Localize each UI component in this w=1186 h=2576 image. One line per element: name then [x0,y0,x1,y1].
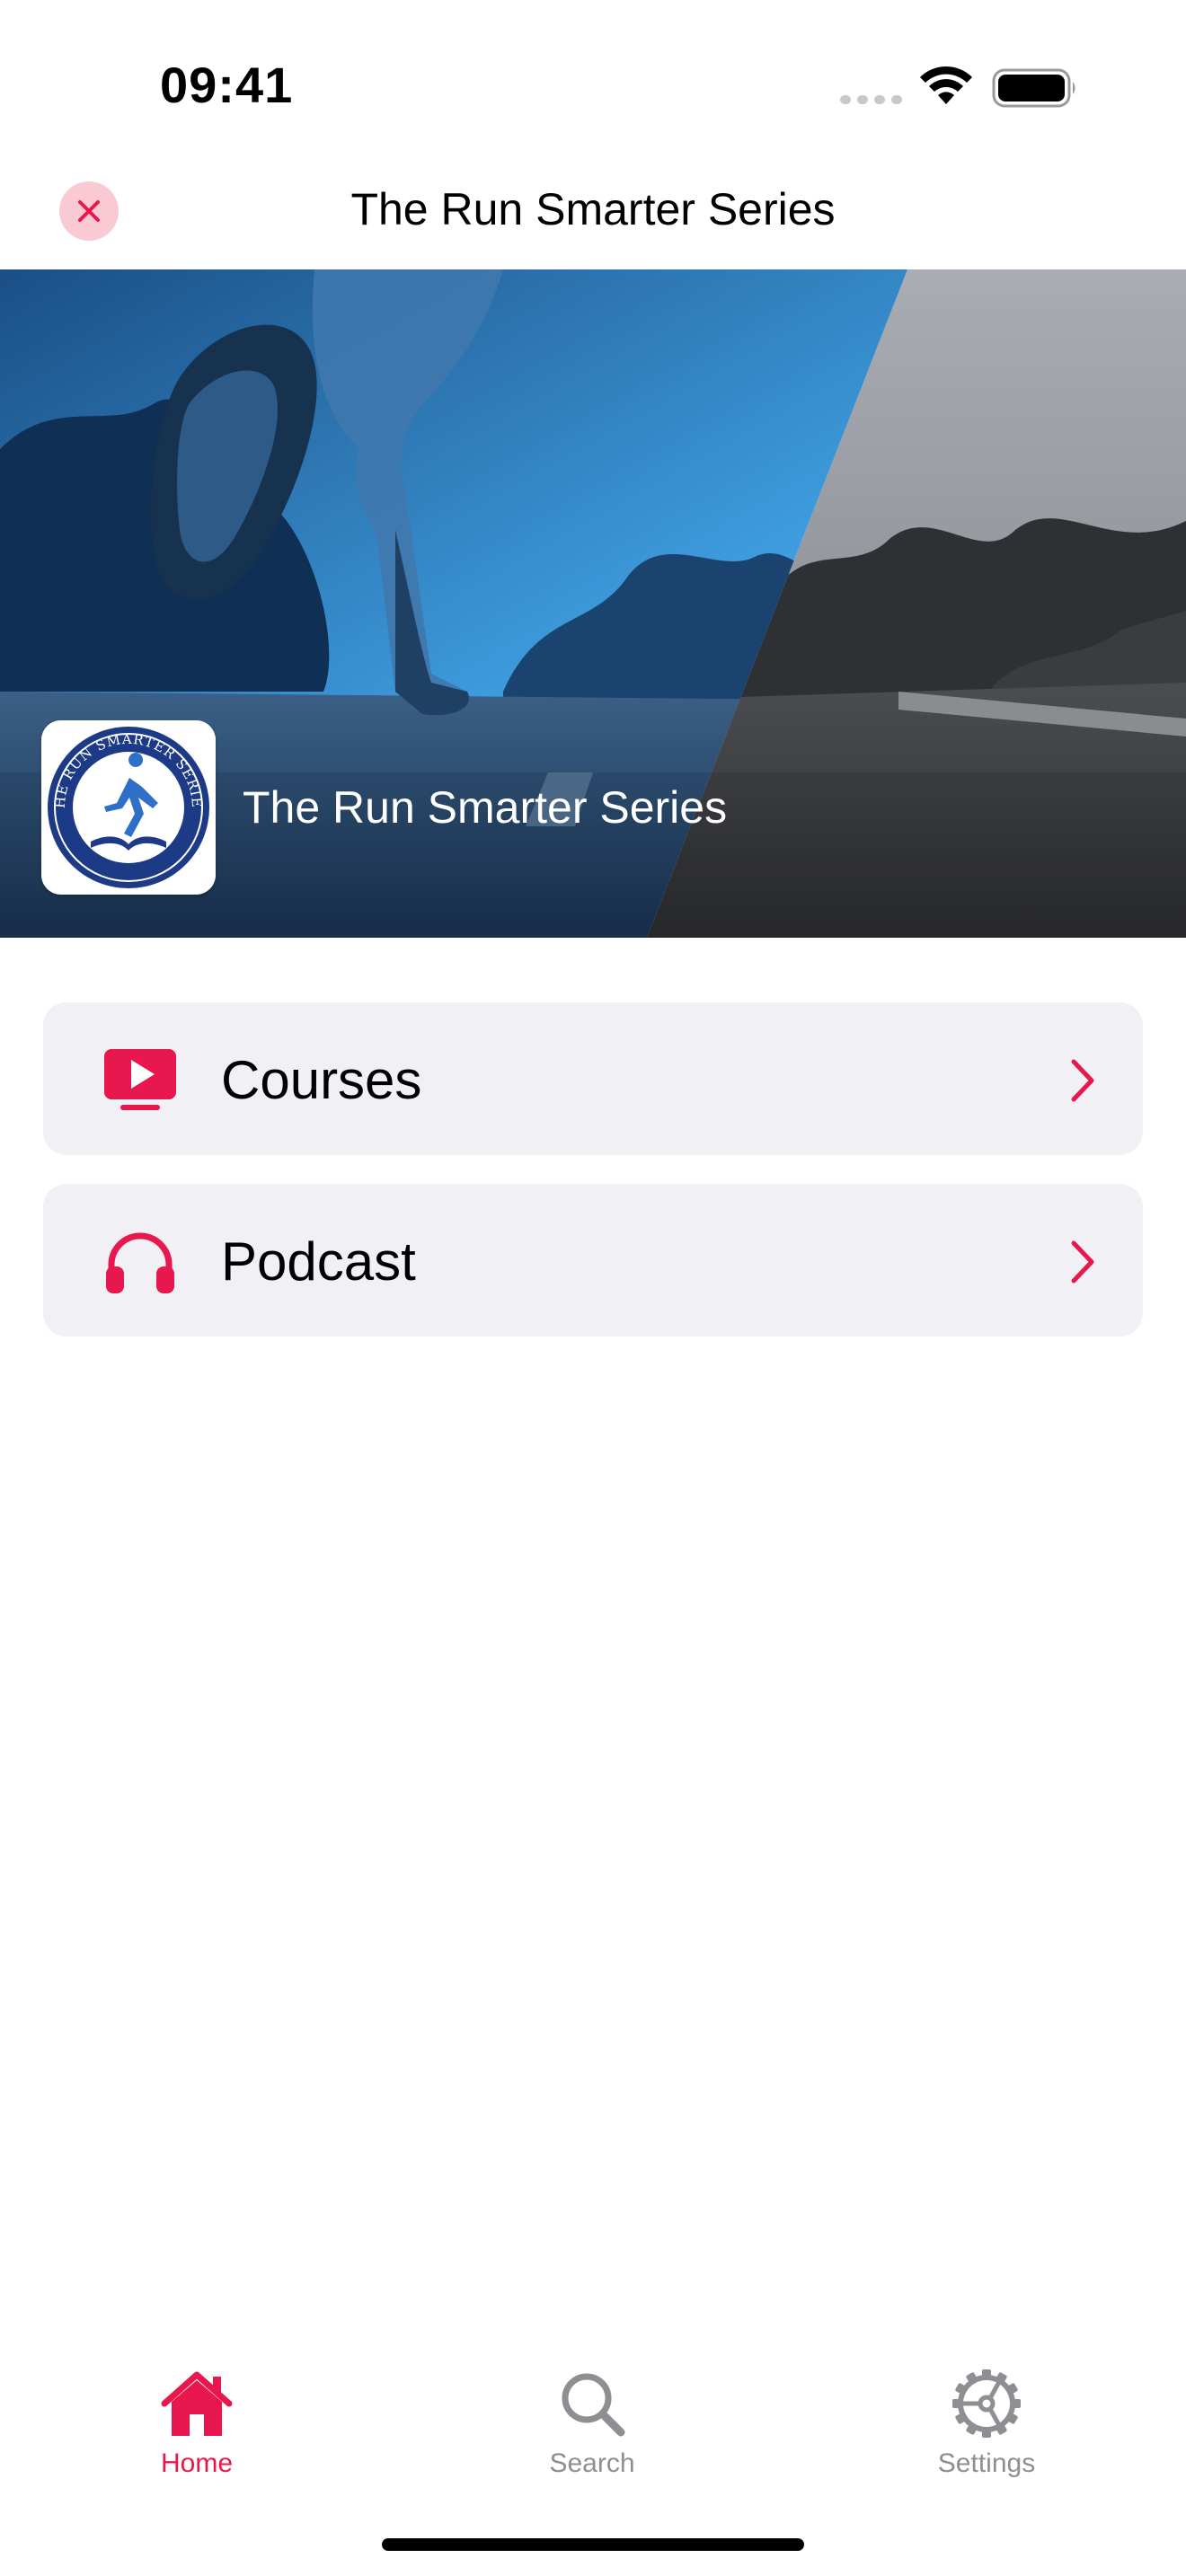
magnifying-glass-icon [562,2373,625,2437]
hero-title: The Run Smarter Series [243,782,728,833]
gear-icon [952,2369,1021,2438]
podcast-row[interactable]: Podcast [43,1184,1143,1337]
chevron-right-icon [1071,1240,1094,1284]
courses-row[interactable]: Courses [43,1002,1143,1155]
navigation-bar: The Run Smarter Series [0,162,1186,269]
tab-home-label: Home [160,2448,234,2478]
status-time: 09:41 [160,57,294,113]
wifi-icon [920,66,972,104]
app-screen: 09:41 The Run Smarter Series HE RUN SMAR… [0,0,1186,2576]
status-bar: 09:41 [0,0,1186,162]
house-icon [161,2371,233,2436]
tab-search-label: Search [549,2448,635,2478]
tab-settings[interactable]: Settings [888,2368,1085,2502]
run-smarter-logo-icon: THE RUN SMARTER SERIES [41,720,216,895]
headphones-icon [106,1232,174,1293]
courses-label: Courses [221,1050,422,1110]
tab-home[interactable]: Home [98,2368,296,2502]
tab-search[interactable]: Search [493,2368,691,2502]
chevron-right-icon [1071,1059,1094,1102]
tab-settings-label: Settings [937,2448,1036,2478]
series-logo: THE RUN SMARTER SERIES [41,720,216,895]
hero-banner: THE RUN SMARTER SERIES The Run Smarter S… [0,269,1186,938]
podcast-label: Podcast [221,1231,416,1292]
home-indicator[interactable] [382,2538,804,2551]
battery-icon [992,68,1075,108]
page-title: The Run Smarter Series [350,184,836,234]
cellular-signal-icon [840,95,902,104]
tv-play-icon [104,1049,176,1110]
